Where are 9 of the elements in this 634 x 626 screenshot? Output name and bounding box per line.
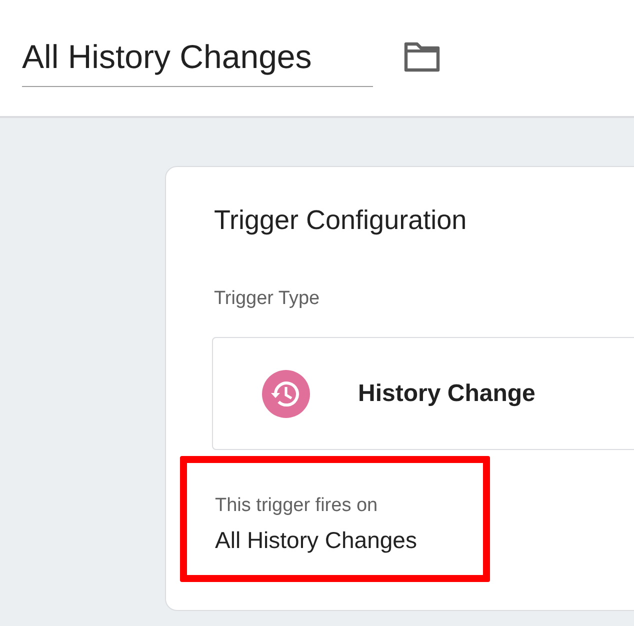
trigger-type-name: History Change	[358, 380, 536, 408]
trigger-type-label: Trigger Type	[214, 288, 321, 310]
trigger-name-field[interactable]: All History Changes	[22, 38, 373, 87]
trigger-type-selector[interactable]: History Change	[212, 337, 634, 450]
history-icon	[262, 370, 310, 418]
fires-on-label: This trigger fires on	[215, 495, 379, 517]
folder-icon[interactable]	[403, 42, 441, 72]
card-title: Trigger Configuration	[214, 205, 468, 236]
fires-on-value: All History Changes	[215, 527, 418, 554]
